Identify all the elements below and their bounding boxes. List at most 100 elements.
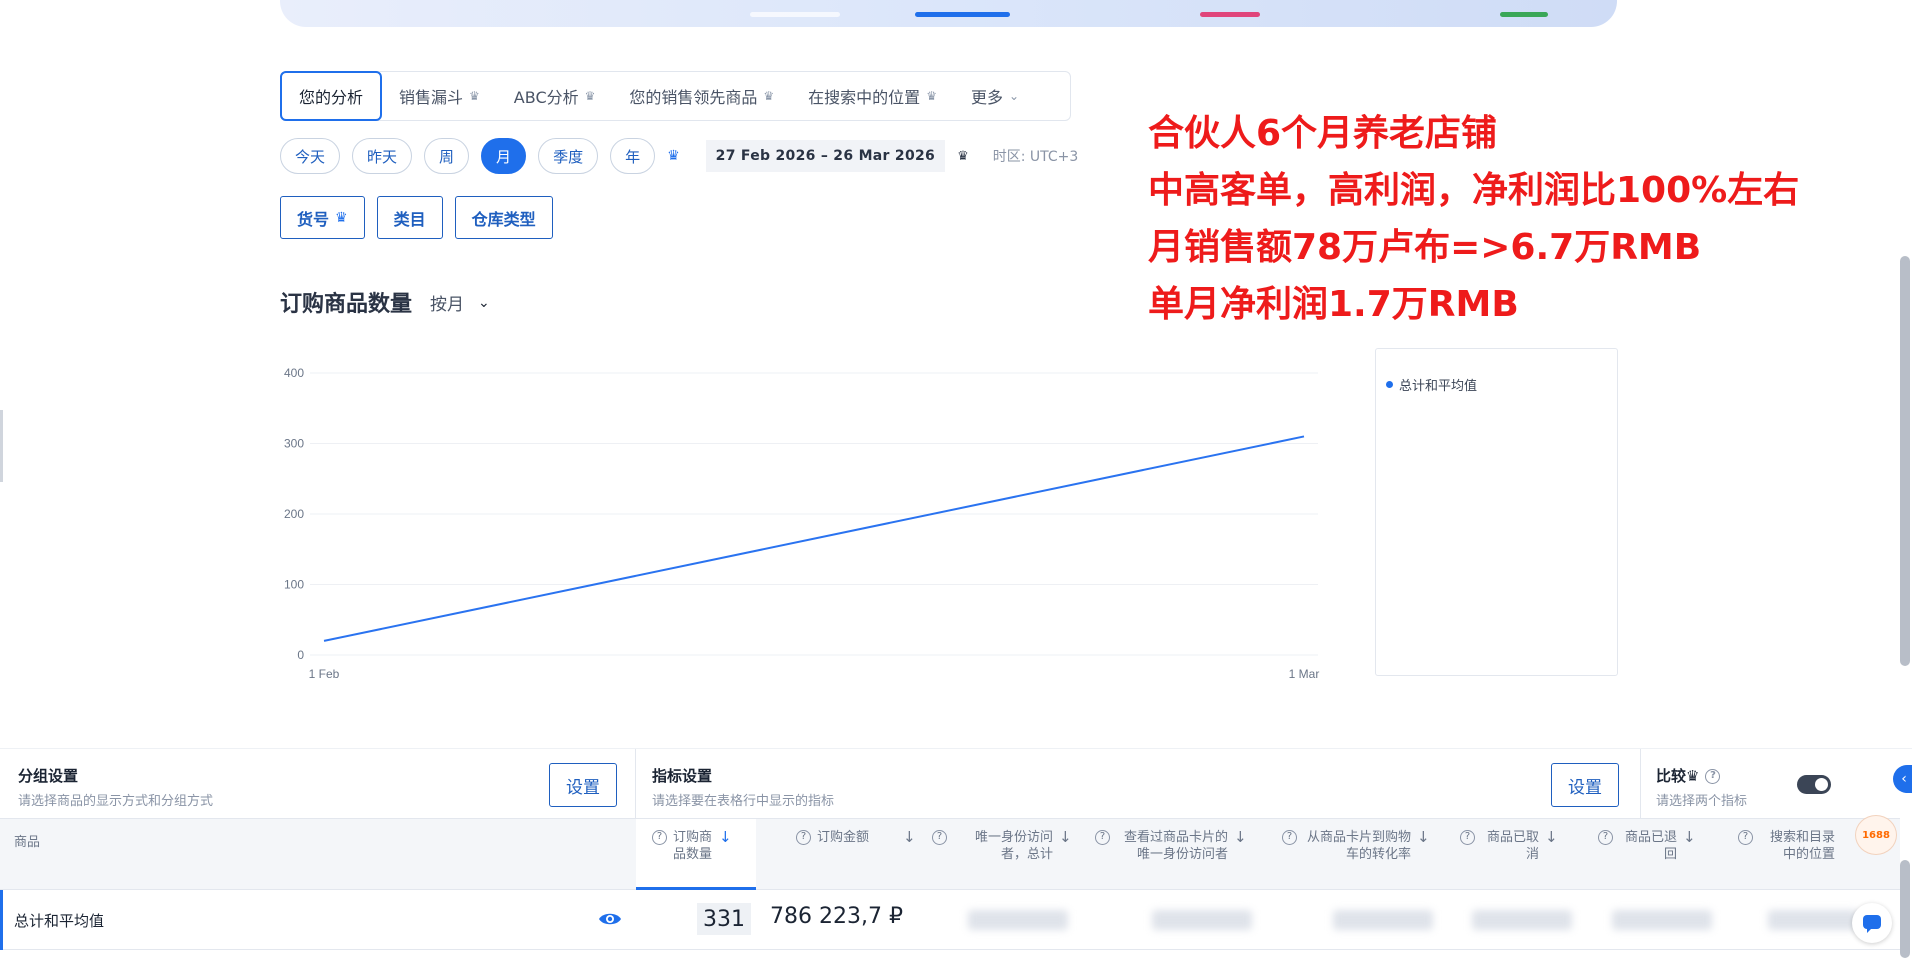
analytics-tabs: 您的分析 销售漏斗 ♛ ABC分析 ♛ 您的销售领先商品 ♛ 在搜索中的位置 ♛ 更多 ⌄ <box>280 71 1071 121</box>
column-label: 商品已退回 <box>1624 830 1677 862</box>
chevron-down-icon: ⌄ <box>1008 89 1020 103</box>
chevron-down-icon: ⌄ <box>478 294 490 311</box>
tab-more[interactable]: 更多 ⌄ <box>954 71 1036 121</box>
chart-title: 订购商品数量 <box>280 292 413 317</box>
blurred-cell <box>968 910 1068 930</box>
metric-settings: 指标设置 请选择要在表格行中显示的指标 <box>652 765 834 809</box>
column-label: 订购金额 <box>817 830 870 845</box>
chevron-left-icon: ‹ <box>1901 771 1907 787</box>
x-tick-label: 1 Feb <box>309 667 340 681</box>
grouping-settings-button[interactable]: 设置 <box>549 763 617 807</box>
period-today[interactable]: 今天 <box>280 138 341 174</box>
help-icon[interactable]: ? <box>1282 830 1297 845</box>
overlay-line: 合伙人6个月养老店铺 <box>1148 113 1498 154</box>
page-edge-handle <box>0 410 3 482</box>
sort-down-icon[interactable]: ↓ <box>1059 829 1072 863</box>
chat-icon[interactable] <box>1852 903 1892 943</box>
table-header: 商品 ? 订购商品数量 ↓ ? 订购金额 ↓ ? 唯一身份访问者，总计 ↓ ? … <box>0 818 1900 890</box>
promo-overlay-text: 合伙人6个月养老店铺 中高客单，高利润，净利润比100%左右 月销售额78万卢布… <box>1148 105 1799 333</box>
series-line[interactable] <box>323 435 1305 642</box>
help-icon[interactable]: ? <box>1738 830 1753 845</box>
help-icon[interactable]: ? <box>796 830 811 845</box>
compare-section: 比较♛? 请选择两个指标 <box>1656 765 1747 809</box>
y-tick-label: 0 <box>297 648 304 662</box>
blurred-cell <box>1152 910 1252 930</box>
divider <box>1640 749 1641 819</box>
column-header-cart-conversion[interactable]: ? 从商品卡片到购物车的转化率 ↓ <box>1282 829 1430 863</box>
chat-bubble-icon <box>1863 915 1881 933</box>
table-row[interactable]: 总计和平均值 331 786 223,7 ₽ <box>0 890 1900 950</box>
period-year[interactable]: 年 <box>610 138 656 174</box>
filter-warehouse-button[interactable]: 仓库类型 <box>454 196 553 239</box>
column-header-ordered-qty[interactable]: ? 订购商品数量 ↓ <box>636 819 756 890</box>
tab-abc-analysis[interactable]: ABC分析 ♛ <box>497 71 613 121</box>
column-header-search-position[interactable]: ? 搜索和目录中的位置 <box>1738 829 1835 863</box>
ordered-qty-value: 331 <box>697 903 751 935</box>
eye-icon[interactable] <box>598 910 622 928</box>
x-tick-label: 1 Mar <box>1289 667 1320 681</box>
crown-icon: ♛ <box>763 89 775 103</box>
order-amount-value: 786 223,7 ₽ <box>770 904 903 929</box>
column-header-card-viewers[interactable]: ? 查看过商品卡片的唯一身份访问者 ↓ <box>1095 829 1247 863</box>
tab-label: 在搜索中的位置 <box>808 88 921 107</box>
crown-icon: ♛ <box>667 148 680 164</box>
line-chart: 0 100 200 300 400 1 Feb 1 Mar <box>284 366 1320 681</box>
timezone-label: 时区: UTC+3 <box>992 149 1079 165</box>
sort-down-icon[interactable]: ↓ <box>1417 829 1430 863</box>
column-header-unique-visitors[interactable]: ? 唯一身份访问者，总计 ↓ <box>932 829 1072 863</box>
legend-item[interactable]: 总计和平均值 <box>1386 375 1477 394</box>
scrollbar-thumb[interactable] <box>1900 860 1910 958</box>
scrollbar-thumb[interactable] <box>1900 256 1910 666</box>
crown-icon: ♛ <box>469 89 480 103</box>
metric-settings-title: 指标设置 <box>652 767 713 785</box>
filter-sku-button[interactable]: 货号 ♛ <box>280 196 365 239</box>
column-header-cancelled[interactable]: ? 商品已取消 ↓ <box>1460 829 1558 863</box>
sort-down-icon[interactable]: ↓ <box>719 829 732 887</box>
logo-1688[interactable]: 1688 <box>1855 815 1897 855</box>
tab-your-analysis[interactable]: 您的分析 <box>280 71 383 121</box>
tab-search-position[interactable]: 在搜索中的位置 ♛ <box>791 71 954 121</box>
help-icon[interactable]: ? <box>1598 830 1613 845</box>
legend-label: 总计和平均值 <box>1399 379 1478 394</box>
table-settings-bar: 分组设置 请选择商品的显示方式和分组方式 设置 指标设置 请选择要在表格行中显示… <box>0 748 1912 819</box>
row-label: 总计和平均值 <box>14 912 105 930</box>
tab-sales-funnel[interactable]: 销售漏斗 ♛ <box>382 71 497 121</box>
period-month[interactable]: 月 <box>481 138 527 174</box>
date-range-picker[interactable]: 27 Feb 2026 – 26 Mar 2026 <box>705 140 946 172</box>
period-yesterday[interactable]: 昨天 <box>352 138 413 174</box>
period-selector: 今天 昨天 周 月 季度 年 ♛ 27 Feb 2026 – 26 Mar 20… <box>280 138 1078 174</box>
help-icon[interactable]: ? <box>652 830 667 845</box>
column-header-returned[interactable]: ? 商品已退回 ↓ <box>1598 829 1696 863</box>
compare-subtitle: 请选择两个指标 <box>1656 794 1748 809</box>
period-week[interactable]: 周 <box>424 138 470 174</box>
crown-icon: ♛ <box>957 148 969 164</box>
metric-settings-button[interactable]: 设置 <box>1551 763 1619 807</box>
help-icon[interactable]: ? <box>932 830 947 845</box>
filter-category-button[interactable]: 类目 <box>376 196 443 239</box>
tab-top-products[interactable]: 您的销售领先商品 ♛ <box>612 71 791 121</box>
banner-decoration <box>1200 12 1260 17</box>
metric-settings-subtitle: 请选择要在表格行中显示的指标 <box>652 794 835 809</box>
help-icon[interactable]: ? <box>1095 830 1110 845</box>
sort-down-icon[interactable]: ↓ <box>1234 829 1247 863</box>
sort-down-icon[interactable]: ↓ <box>1683 829 1696 863</box>
help-icon[interactable]: ? <box>1460 830 1475 845</box>
overlay-line: 中高客单，高利润，净利润比100%左右 <box>1148 170 1800 211</box>
blurred-cell <box>1333 910 1433 930</box>
sort-down-icon[interactable]: ↓ <box>1545 829 1558 863</box>
group-by-dropdown[interactable]: 按月 ⌄ <box>430 290 490 316</box>
tab-label: ABC分析 <box>513 88 579 107</box>
promo-banner <box>280 0 1617 27</box>
blurred-cell <box>1472 910 1572 930</box>
period-quarter[interactable]: 季度 <box>538 138 599 174</box>
help-icon[interactable]: ? <box>1705 769 1721 784</box>
compare-toggle[interactable] <box>1797 775 1831 794</box>
sort-down-icon[interactable]: ↓ <box>903 829 916 846</box>
tab-label: 更多 <box>970 88 1003 107</box>
overlay-line: 单月净利润1.7万RMB <box>1148 284 1519 325</box>
banner-decoration <box>750 12 840 17</box>
column-label: 订购商品数量 <box>673 830 713 862</box>
column-header-order-amount[interactable]: ? 订购金额 ↓ <box>796 829 916 846</box>
column-header-product[interactable]: 商品 <box>14 831 40 850</box>
banner-decoration <box>1500 12 1548 17</box>
